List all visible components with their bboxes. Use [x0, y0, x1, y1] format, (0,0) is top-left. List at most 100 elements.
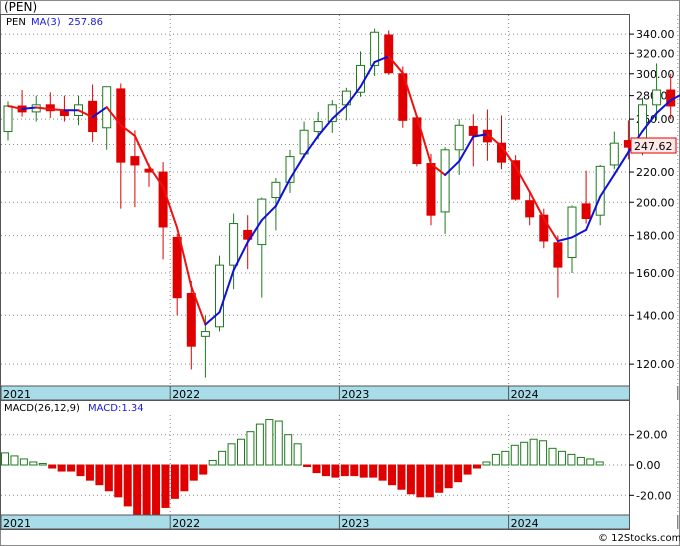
macd-bar-negative [435, 464, 444, 493]
macd-bar-negative [406, 464, 415, 495]
macd-bar-positive [510, 444, 519, 466]
macd-bar-positive [548, 447, 557, 466]
price-legend-label: PEN [6, 17, 26, 28]
candle-up [3, 105, 13, 133]
candle-down [384, 34, 394, 74]
candle-down [525, 200, 535, 218]
date-tick-label: 2021 [3, 388, 31, 401]
candle-up [271, 181, 281, 199]
macd-bar-positive [539, 440, 548, 466]
candle-down [468, 126, 478, 136]
candle-down [172, 236, 182, 299]
candle-down [59, 110, 69, 116]
macd-bar-negative [331, 464, 340, 478]
macd-bar-positive [482, 461, 491, 466]
macd-bar-negative [454, 464, 463, 483]
macd-bar-positive [218, 450, 227, 466]
macd-legend-value: MACD:1.34 [88, 403, 144, 414]
macd-bar-positive [227, 443, 236, 466]
macd-bar-positive [576, 456, 585, 466]
macd-bar-negative [444, 464, 453, 489]
macd-tick-label: 0.00 [636, 459, 661, 472]
macd-bar-positive [19, 458, 28, 466]
macd-bar-negative [303, 464, 312, 468]
price-tick-label: 120.00 [636, 358, 675, 371]
macd-bar-positive [567, 453, 576, 466]
macd-bar-negative [180, 464, 189, 492]
macd-bar-positive [29, 461, 38, 466]
price-tick-label: 320.00 [636, 47, 675, 60]
candle-up [200, 331, 210, 337]
macd-bar-positive [491, 453, 500, 466]
macd-bar-positive [1, 452, 9, 466]
macd-bar-negative [85, 464, 94, 481]
candle-down [553, 242, 563, 268]
candle-down [186, 292, 196, 347]
macd-bar-positive [274, 420, 283, 466]
macd-bar-positive [38, 462, 47, 466]
ma-segment [21, 106, 38, 110]
macd-legend-label: MACD(26,12,9) [4, 403, 80, 414]
candle-up [652, 89, 662, 106]
macd-bar-negative [388, 464, 397, 486]
macd-bar-negative [57, 464, 66, 472]
macd-bar-positive [246, 431, 255, 466]
macd-bar-positive [284, 434, 293, 466]
stock-chart: 120.00140.00160.00180.00200.00220.00240.… [0, 0, 680, 546]
macd-bar-positive [529, 438, 538, 466]
price-tick-label: 200.00 [636, 196, 675, 209]
candle-up [609, 142, 619, 166]
macd-bar-negative [321, 464, 330, 477]
macd-bar-positive [293, 443, 302, 466]
candle-up [215, 264, 224, 328]
macd-bar-negative [369, 464, 378, 478]
macd-bar-negative [397, 464, 406, 490]
macd-bar-negative [123, 464, 132, 507]
macd-bar-negative [463, 464, 472, 475]
price-axis: 120.00140.00160.00180.00200.00220.00240.… [629, 28, 675, 371]
price-tick-label: 140.00 [636, 309, 675, 322]
macd-bar-negative [199, 464, 208, 475]
macd-bar-positive [595, 461, 604, 466]
macd-bar-negative [416, 464, 425, 498]
macd-bar-positive [501, 450, 510, 466]
price-tick-label: 300.00 [636, 68, 675, 81]
watermark: © 12Stocks.com [598, 533, 680, 544]
macd-bar-positive [265, 419, 274, 466]
macd-bar-negative [425, 464, 434, 498]
candle-up [229, 223, 239, 266]
date-tick-label: 2021 [3, 517, 31, 530]
macd-bar-negative [161, 464, 170, 508]
macd-bar-negative [189, 464, 198, 481]
macd-bar-negative [142, 464, 151, 524]
price-tick-label: 340.00 [636, 28, 675, 41]
price-tick-label: 160.00 [636, 267, 675, 280]
candle-up [454, 124, 464, 151]
candle-down [130, 156, 140, 166]
macd-bar-negative [114, 464, 123, 498]
price-tick-label: 180.00 [636, 230, 675, 243]
macd-bar-negative [312, 464, 321, 474]
macd-bar-negative [95, 464, 104, 486]
price-tick-label: 220.00 [636, 166, 675, 179]
date-tick-label: 2022 [172, 517, 200, 530]
macd-bar-negative [473, 464, 481, 469]
macd-bar-positive [520, 441, 529, 466]
macd-bar-positive [255, 423, 264, 466]
candle-up [440, 149, 450, 213]
last-price-value: 247.62 [634, 140, 673, 153]
candle-up [567, 206, 577, 259]
macd-tick-label: -20.00 [636, 489, 671, 502]
macd-bar-positive [237, 438, 245, 466]
date-tick-label: 2024 [511, 388, 539, 401]
price-panel [0, 14, 630, 401]
macd-bar-negative [378, 464, 387, 481]
date-tick-label: 2023 [341, 517, 369, 530]
macd-bar-negative [359, 464, 368, 478]
macd-bar-negative [350, 464, 359, 477]
macd-tick-label: 20.00 [636, 429, 668, 442]
macd-bar-positive [586, 458, 595, 466]
macd-bar-negative [48, 464, 57, 469]
macd-bar-negative [152, 464, 161, 518]
candle-down [158, 171, 168, 228]
